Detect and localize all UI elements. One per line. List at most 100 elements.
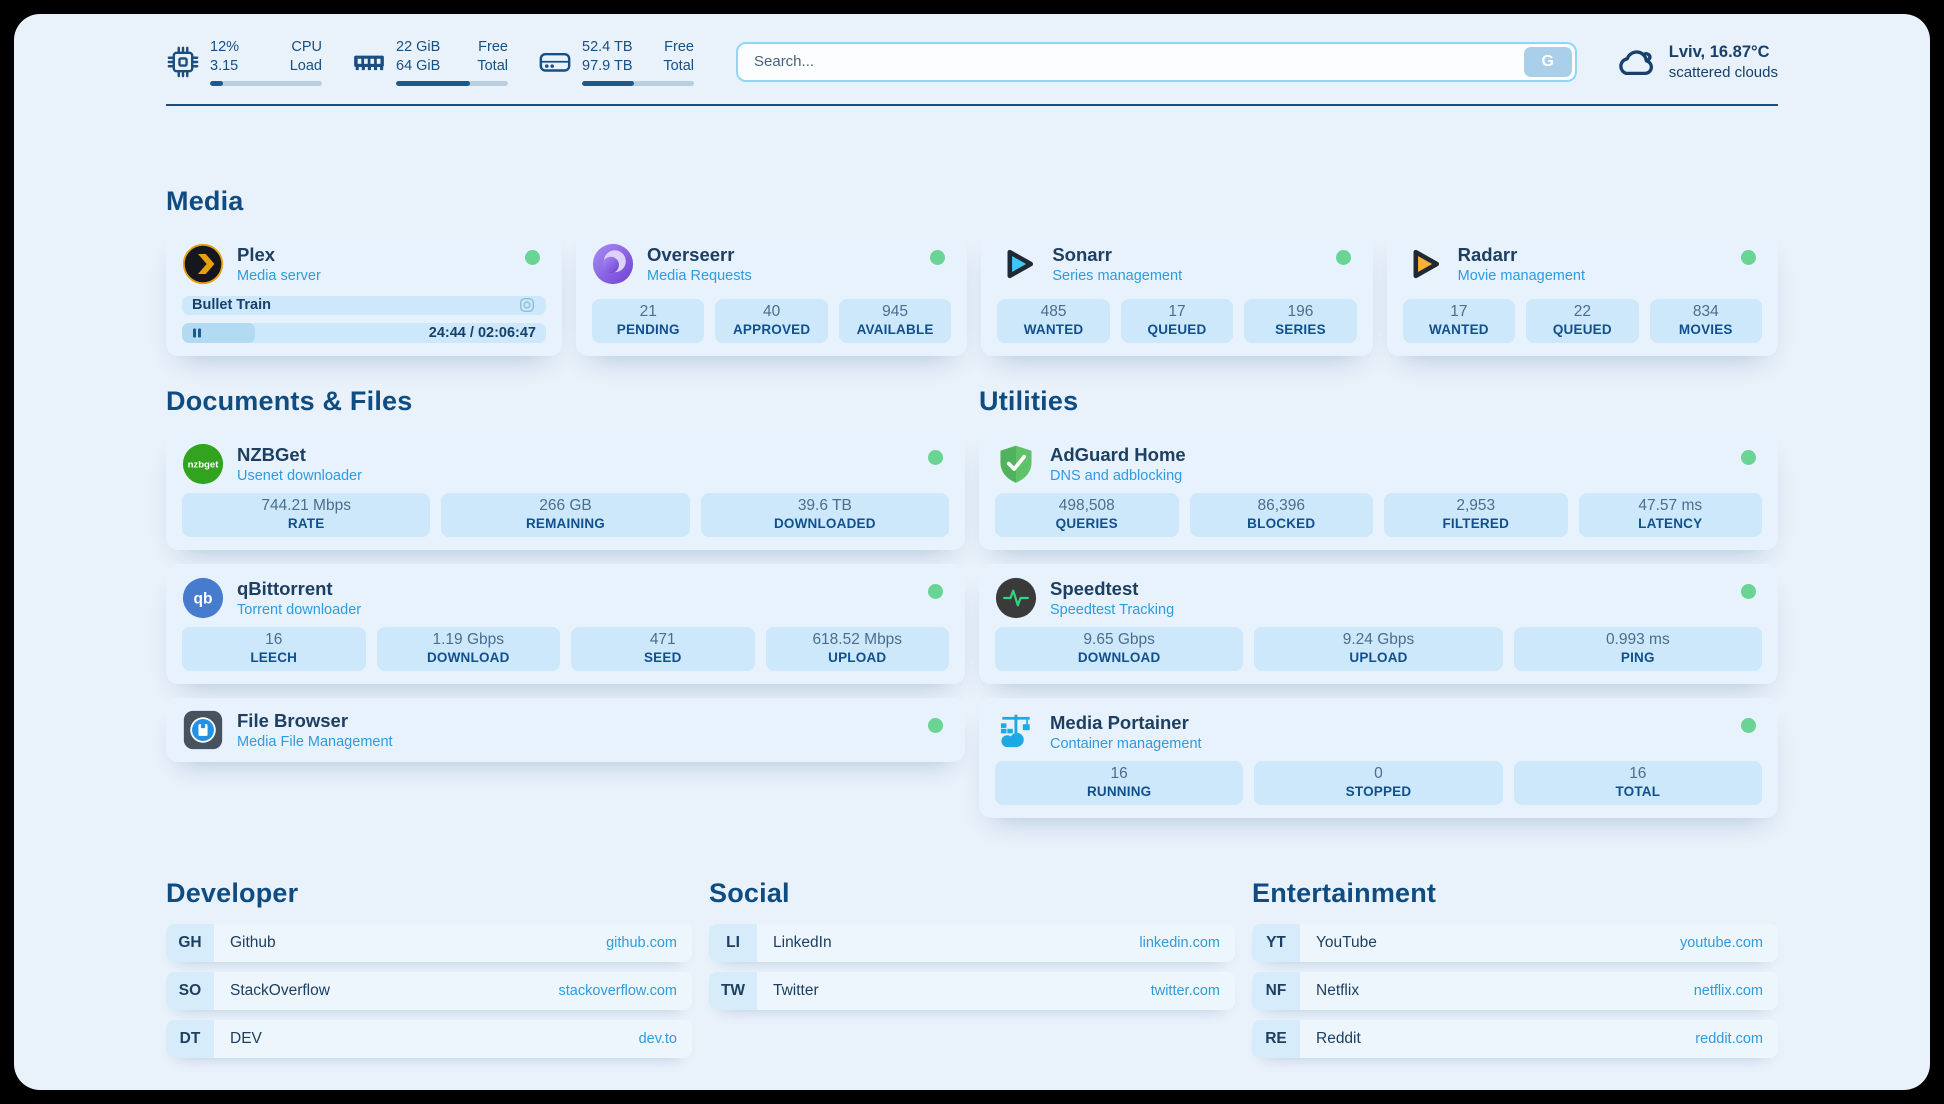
cpu-usage-value: 12% [210,38,239,57]
stat-pending: 21 PENDING [592,299,704,343]
status-dot [928,718,943,733]
app-description: DNS and adblocking [1050,468,1186,484]
bookmark-abbr: YT [1252,924,1300,962]
app-name: qBittorrent [237,578,361,600]
section-title-documents: Documents & Files [166,386,965,417]
memory-free-value: 22 GiB [396,38,440,57]
app-card-adguard[interactable]: AdGuard Home DNS and adblocking 498,508 … [979,430,1778,550]
weather-location-temp: Lviv, 16.87°C [1669,43,1778,62]
bookmark-twitter[interactable]: TW Twitter twitter.com [709,972,1235,1010]
svg-text:qb: qb [194,590,213,607]
bookmark-name: LinkedIn [773,934,832,952]
app-description: Media server [237,268,321,284]
app-card-speedtest[interactable]: Speedtest Speedtest Tracking 9.65 Gbps D… [979,564,1778,684]
stat-wanted: 485 WANTED [997,299,1109,343]
app-description: Container management [1050,736,1202,752]
bookmark-name: Netflix [1316,982,1359,1000]
stat-download: 1.19 Gbps DOWNLOAD [377,627,561,671]
plex-icon [182,243,224,285]
app-card-radarr[interactable]: Radarr Movie management 17 WANTED 22 QUE… [1387,230,1778,356]
bookmark-url: github.com [606,935,677,951]
bookmark-linkedin[interactable]: LI LinkedIn linkedin.com [709,924,1235,962]
playback-progress-bar: 24:44 / 02:06:47 [182,323,546,343]
stat-download: 9.65 Gbps DOWNLOAD [995,627,1243,671]
bookmark-github[interactable]: GH Github github.com [166,924,692,962]
stat-wanted: 17 WANTED [1403,299,1515,343]
app-card-nzbget[interactable]: nzbget NZBGet Usenet downloader 744.21 M… [166,430,965,550]
disk-free-label: Free [663,38,694,57]
stat-leech: 16 LEECH [182,627,366,671]
dashboard-page: 12% 3.15 CPU Load [14,14,1930,1090]
developer-column: Developer GH Github github.com SO StackO… [166,878,692,1068]
cpu-chip-icon [166,45,200,79]
bookmark-name: YouTube [1316,934,1377,952]
stat-downloaded: 39.6 TB DOWNLOADED [701,493,949,537]
app-card-plex[interactable]: Plex Media server Bullet Train [166,230,562,356]
bookmark-name: Github [230,934,276,952]
bookmark-name: Twitter [773,982,819,1000]
filebrowser-icon [182,709,224,751]
stat-ping: 0.993 ms PING [1514,627,1762,671]
bookmark-abbr: RE [1252,1020,1300,1058]
status-dot [928,584,943,599]
disk-total-label: Total [663,57,694,76]
search-input[interactable] [736,42,1577,82]
bookmark-url: linkedin.com [1139,935,1220,951]
bookmark-url: dev.to [639,1031,677,1047]
sonarr-icon [997,243,1039,285]
stat-series: 196 SERIES [1244,299,1356,343]
stat-approved: 40 APPROVED [715,299,827,343]
app-name: Sonarr [1052,244,1182,266]
speedtest-icon [995,577,1037,619]
entertainment-column: Entertainment YT YouTube youtube.com NF … [1252,878,1778,1068]
status-dot [1741,584,1756,599]
overseerr-icon [592,243,634,285]
bookmark-netflix[interactable]: NF Netflix netflix.com [1252,972,1778,1010]
stat-queued: 22 QUEUED [1526,299,1638,343]
weather-widget[interactable]: Lviv, 16.87°C scattered clouds [1615,41,1778,83]
memory-total-value: 64 GiB [396,57,440,76]
stat-total: 16 TOTAL [1514,761,1762,805]
playback-progress-fill [182,323,255,343]
bookmark-stackoverflow[interactable]: SO StackOverflow stackoverflow.com [166,972,692,1010]
status-dot [928,450,943,465]
app-card-qbittorrent[interactable]: qb qBittorrent Torrent downloader 16 LEE… [166,564,965,684]
playback-time: 24:44 / 02:06:47 [429,325,536,341]
app-card-filebrowser[interactable]: File Browser Media File Management [166,698,965,762]
memory-total-label: Total [477,57,508,76]
memory-stat: 22 GiB 64 GiB Free Total [352,38,508,86]
app-card-portainer[interactable]: Media Portainer Container management 16 … [979,698,1778,818]
app-card-overseerr[interactable]: Overseerr Media Requests 21 PENDING 40 A… [576,230,967,356]
bookmark-name: StackOverflow [230,982,330,1000]
section-title-media: Media [166,186,1778,217]
nzbget-icon: nzbget [182,443,224,485]
stat-queries: 498,508 QUERIES [995,493,1179,537]
app-description: Usenet downloader [237,468,362,484]
stat-rate: 744.21 Mbps RATE [182,493,430,537]
bookmark-url: netflix.com [1694,983,1763,999]
top-bar: 12% 3.15 CPU Load [166,14,1778,86]
stat-filtered: 2,953 FILTERED [1384,493,1568,537]
app-name: File Browser [237,710,393,732]
disk-free-value: 52.4 TB [582,38,633,57]
media-grid: Plex Media server Bullet Train [166,230,1778,356]
qbittorrent-icon: qb [182,577,224,619]
app-card-sonarr[interactable]: Sonarr Series management 485 WANTED 17 Q… [981,230,1372,356]
search-engine-button[interactable]: G [1524,47,1572,77]
bookmark-abbr: GH [166,924,214,962]
bookmark-dev[interactable]: DT DEV dev.to [166,1020,692,1058]
cpu-load-value: 3.15 [210,57,239,76]
bookmark-youtube[interactable]: YT YouTube youtube.com [1252,924,1778,962]
adguard-icon [995,443,1037,485]
status-dot [1336,250,1351,265]
app-name: NZBGet [237,444,362,466]
bookmark-reddit[interactable]: RE Reddit reddit.com [1252,1020,1778,1058]
disk-progress-bar [582,81,694,86]
bookmark-abbr: DT [166,1020,214,1058]
bookmark-abbr: SO [166,972,214,1010]
app-name: Plex [237,244,321,266]
app-name: Media Portainer [1050,712,1202,734]
bookmark-url: twitter.com [1151,983,1220,999]
cloud-icon [1615,41,1657,83]
session-icon[interactable] [518,296,536,314]
